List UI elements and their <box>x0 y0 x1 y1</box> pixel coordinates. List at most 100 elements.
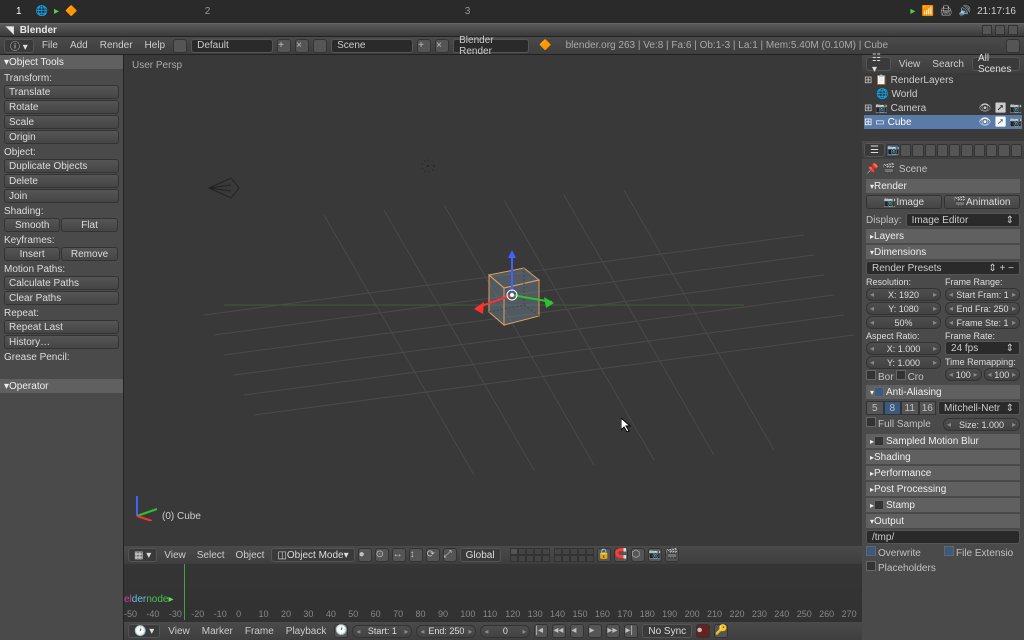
keyframe-prev-icon[interactable]: ◂◂ <box>552 624 566 638</box>
aa-8[interactable]: 8 <box>884 401 902 415</box>
fullscreen-icon[interactable] <box>1006 39 1020 53</box>
snap-type-icon[interactable]: ⬡ <box>631 548 645 562</box>
remove-keyframe-button[interactable]: Remove <box>61 247 117 261</box>
outliner-view-menu[interactable]: View <box>895 59 925 70</box>
tl-marker-menu[interactable]: Marker <box>198 626 237 637</box>
object-tools-header[interactable]: ▾ Object Tools <box>0 55 123 69</box>
calc-paths-button[interactable]: Calculate Paths <box>4 276 119 290</box>
play-icon[interactable]: ▸ <box>588 624 602 638</box>
outliner-editor-type[interactable]: ☷ ▾ <box>866 57 891 71</box>
shading-panel-header[interactable]: Shading <box>866 450 1020 464</box>
duplicate-button[interactable]: Duplicate Objects <box>4 159 119 173</box>
start-frame-field[interactable]: Start: 1 <box>352 625 412 638</box>
manip-translate[interactable]: ↕ <box>409 548 423 562</box>
manip-scale[interactable]: ⤢ <box>443 548 457 562</box>
world-tab[interactable] <box>912 144 923 157</box>
app-icon[interactable]: 🌐 <box>36 6 48 17</box>
layout-selector[interactable]: Default <box>191 39 273 53</box>
texture-tab[interactable] <box>986 144 997 157</box>
remap-new[interactable]: 100 <box>984 368 1021 381</box>
snap-icon[interactable]: 🧲 <box>614 548 628 562</box>
tl-playback-menu[interactable]: Playback <box>282 626 331 637</box>
help-menu[interactable]: Help <box>141 40 170 51</box>
view3d-object-menu[interactable]: Object <box>232 550 269 561</box>
layers-panel-header[interactable]: Layers <box>866 229 1020 243</box>
aa-filter[interactable]: Mitchell-Netr⇕ <box>938 401 1020 415</box>
battery-icon[interactable]: 🖨 <box>940 6 953 17</box>
join-button[interactable]: Join <box>4 189 119 203</box>
layer-buttons[interactable] <box>510 548 594 562</box>
aa-11[interactable]: 11 <box>901 401 919 415</box>
smooth-button[interactable]: Smooth <box>4 218 60 232</box>
insert-keyframe-button[interactable]: Insert <box>4 247 60 261</box>
current-frame-field[interactable]: 0 <box>480 625 530 638</box>
play-reverse-icon[interactable]: ◂ <box>570 624 584 638</box>
render-image-button[interactable]: 📷 Image <box>866 195 942 209</box>
timeline-editor-type[interactable]: 🕐 ▾ <box>128 624 160 638</box>
origin-button[interactable]: Origin <box>4 130 119 144</box>
aa-5[interactable]: 5 <box>866 401 884 415</box>
shading-icon[interactable]: ● <box>358 548 372 562</box>
view3d-editor-type[interactable]: ▦ ▾ <box>128 548 157 562</box>
res-x[interactable]: X: 1920 <box>866 288 941 301</box>
res-y[interactable]: Y: 1080 <box>866 302 941 315</box>
border-checkbox[interactable] <box>866 370 876 380</box>
manip-rotate[interactable]: ⟳ <box>426 548 440 562</box>
clear-paths-button[interactable]: Clear Paths <box>4 291 119 305</box>
render-panel-header[interactable]: Render <box>866 179 1020 193</box>
render-icon[interactable]: 🎬 <box>665 548 679 562</box>
scene-tab[interactable] <box>900 144 911 157</box>
object-tab[interactable] <box>925 144 936 157</box>
repeat-last-button[interactable]: Repeat Last <box>4 320 119 334</box>
res-pct[interactable]: 50% <box>866 316 941 329</box>
display-selector[interactable]: Image Editor⇕ <box>906 213 1020 227</box>
pivot-icon[interactable]: ⊙ <box>375 548 389 562</box>
scale-button[interactable]: Scale <box>4 115 119 129</box>
mode-selector[interactable]: ◫ Object Mode ▾ <box>271 548 354 562</box>
manipulator-icon[interactable]: ↔ <box>392 548 406 562</box>
rotate-button[interactable]: Rotate <box>4 100 119 114</box>
view3d-view-menu[interactable]: View <box>160 550 190 561</box>
view3d-select-menu[interactable]: Select <box>193 550 229 561</box>
screen-browse-icon[interactable] <box>173 39 187 53</box>
outliner-world[interactable]: 🌐World <box>864 87 1022 101</box>
tl-view-menu[interactable]: View <box>164 626 194 637</box>
fps-selector[interactable]: 24 fps⇕ <box>945 341 1020 355</box>
render-menu[interactable]: Render <box>96 40 137 51</box>
operator-header[interactable]: ▾ Operator <box>0 379 123 393</box>
start-frame[interactable]: Start Fram: 1 <box>945 288 1020 301</box>
aa-16[interactable]: 16 <box>919 401 937 415</box>
outliner-camera[interactable]: ⊞ 📷Camera👁 ↗ 📷 <box>864 101 1022 115</box>
add-menu[interactable]: Add <box>66 40 92 51</box>
play-icon[interactable]: ▸ <box>54 6 59 17</box>
translate-button[interactable]: Translate <box>4 85 119 99</box>
editor-type-button[interactable]: ⓘ ▾ <box>4 39 34 53</box>
frame-step[interactable]: Frame Ste: 1 <box>945 316 1020 329</box>
particles-tab[interactable] <box>998 144 1009 157</box>
render-engine-selector[interactable]: Blender Render <box>453 39 529 53</box>
remap-old[interactable]: 100 <box>945 368 982 381</box>
close-button[interactable] <box>1008 25 1018 35</box>
lock-icon[interactable]: 🔒 <box>597 548 611 562</box>
outliner-renderlayers[interactable]: ⊞ 📋RenderLayers <box>864 73 1022 87</box>
render-presets[interactable]: Render Presets⇕ + − <box>866 261 1020 275</box>
timeline-ruler[interactable]: -50-40-30-20-100102030405060708090100110… <box>124 608 862 620</box>
outliner-filter[interactable]: All Scenes <box>972 57 1020 71</box>
outliner-search-menu[interactable]: Search <box>928 59 968 70</box>
scene-del-icon[interactable]: × <box>435 39 449 53</box>
history-button[interactable]: History… <box>4 335 119 349</box>
aa-size[interactable]: Size: 1.000 <box>943 418 1020 431</box>
output-path[interactable]: /tmp/ <box>866 530 1020 544</box>
fileext-checkbox[interactable] <box>944 546 954 556</box>
output-panel-header[interactable]: Output <box>866 514 1020 528</box>
physics-tab[interactable] <box>1011 144 1022 157</box>
outliner-cube[interactable]: ⊞ ▭Cube👁 ↗ 📷 <box>864 115 1022 129</box>
blender-icon[interactable]: 🔶 <box>65 6 77 17</box>
full-sample-checkbox[interactable] <box>866 417 876 427</box>
pp-panel-header[interactable]: Post Processing <box>866 482 1020 496</box>
performance-panel-header[interactable]: Performance <box>866 466 1020 480</box>
smb-panel-header[interactable]: Sampled Motion Blur <box>866 434 1020 448</box>
overwrite-checkbox[interactable] <box>866 546 876 556</box>
jump-end-icon[interactable]: ▸| <box>624 624 638 638</box>
dimensions-panel-header[interactable]: Dimensions <box>866 245 1020 259</box>
